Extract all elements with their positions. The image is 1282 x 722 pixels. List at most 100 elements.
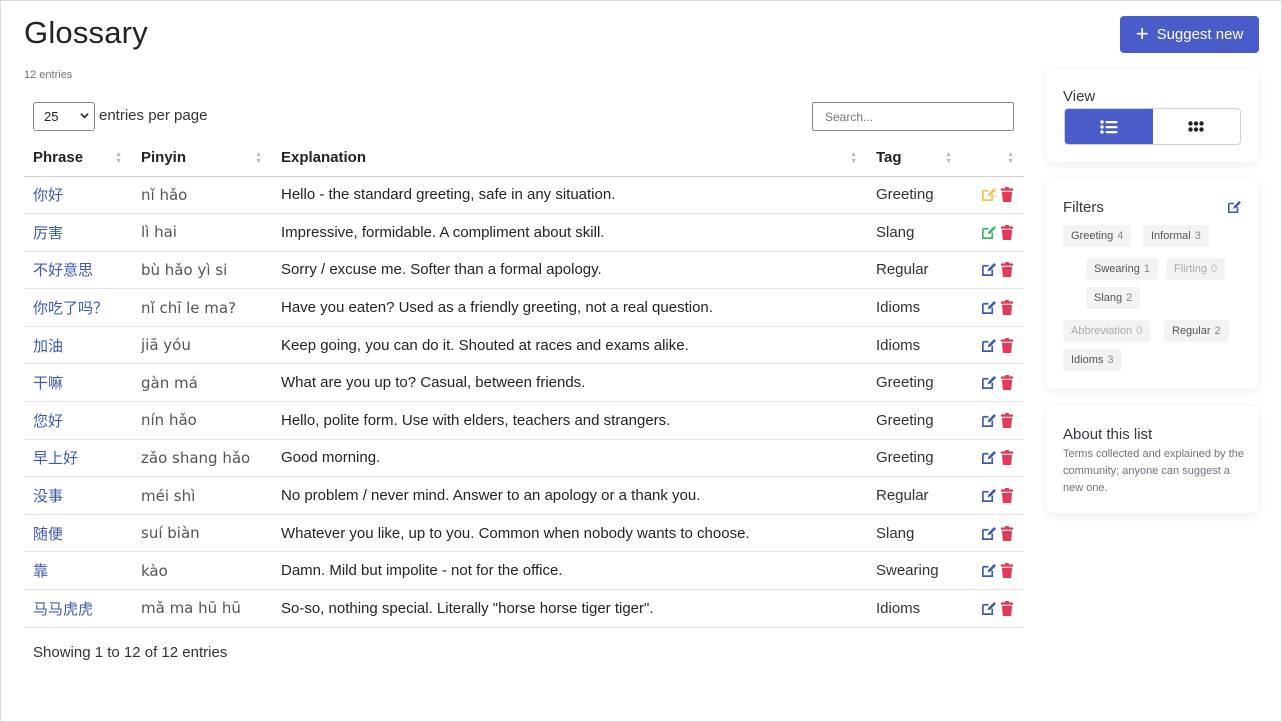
phrase-link[interactable]: 您好 xyxy=(24,401,132,440)
column-header-pinyin[interactable]: Pinyin ▲ ▼ xyxy=(132,139,272,177)
phrase-link[interactable]: 早上好 xyxy=(24,439,132,478)
per-page-select[interactable]: 25 xyxy=(33,102,95,131)
chip-count: 2 xyxy=(1214,325,1221,337)
about-card: About this list Terms collected and expl… xyxy=(1046,406,1259,513)
sort-icon: ▲ ▼ xyxy=(115,151,122,165)
edit-icon[interactable] xyxy=(981,225,996,240)
phrase-link[interactable]: 加油 xyxy=(24,326,132,365)
actions-cell xyxy=(962,401,1024,440)
table-row: 靠 kào Damn. Mild but impolite - not for th… xyxy=(24,551,1024,591)
suggest-new-button[interactable]: + Suggest new xyxy=(1120,16,1259,53)
phrase-link[interactable]: 不好意思 xyxy=(24,251,132,290)
view-toggle xyxy=(1064,108,1241,145)
edit-icon[interactable] xyxy=(981,563,996,578)
table-row: 你好 nǐ hǎo Hello - the standard greeting, s… xyxy=(24,176,1024,215)
delete-icon[interactable] xyxy=(1000,337,1015,353)
tag-cell: Swearing xyxy=(867,551,962,591)
phrase-link[interactable]: 靠 xyxy=(24,551,132,591)
tag-cell: Greeting xyxy=(867,439,962,478)
delete-icon[interactable] xyxy=(1000,300,1015,316)
delete-icon[interactable] xyxy=(1000,563,1015,579)
table-row: 您好 nín hǎo Hello, polite form. Use with el… xyxy=(24,401,1024,440)
delete-icon[interactable] xyxy=(1000,525,1015,541)
filter-chip-flirting[interactable]: Flirting 0 xyxy=(1166,258,1226,280)
about-text: Terms collected and explained by the com… xyxy=(1063,448,1244,494)
chip-label: Informal xyxy=(1151,230,1191,242)
chip-count: 1 xyxy=(1143,263,1150,275)
edit-icon[interactable] xyxy=(1227,200,1241,214)
search-input[interactable] xyxy=(812,102,1014,131)
filter-chip-greeting[interactable]: Greeting 4 xyxy=(1063,225,1132,247)
phrase-link[interactable]: 随便 xyxy=(24,514,132,553)
actions-cell xyxy=(962,251,1024,290)
view-title: View xyxy=(1063,88,1096,105)
delete-icon[interactable] xyxy=(1000,224,1015,240)
grid-view-button[interactable] xyxy=(1153,109,1241,144)
actions-cell xyxy=(962,213,1024,252)
pinyin-cell: bù hǎo yì si xyxy=(132,251,272,290)
column-header-label: Pinyin xyxy=(141,148,187,166)
phrase-link[interactable]: 你吃了吗？ xyxy=(24,288,132,327)
pinyin-cell: méi shì xyxy=(132,476,272,515)
table-row: 厉害 lì hai Impressive, formidable. A compli… xyxy=(24,213,1024,252)
edit-icon[interactable] xyxy=(981,262,996,277)
tag-cell: Regular xyxy=(867,476,962,515)
edit-icon[interactable] xyxy=(981,450,996,465)
filter-chip-informal[interactable]: Informal 3 xyxy=(1143,225,1209,247)
edit-icon[interactable] xyxy=(981,526,996,541)
phrase-link[interactable]: 马马虎虎 xyxy=(24,589,132,628)
pinyin-cell: nǐ chī le ma? xyxy=(132,288,272,327)
phrase-link[interactable]: 你好 xyxy=(24,176,132,215)
view-card: View xyxy=(1046,69,1259,162)
delete-icon[interactable] xyxy=(1000,450,1015,466)
delete-icon[interactable] xyxy=(1000,600,1015,616)
list-view-button[interactable] xyxy=(1065,109,1153,144)
chip-count: 0 xyxy=(1136,325,1143,337)
table-row: 不好意思 bù hǎo yì si Sorry / excuse me. Softe… xyxy=(24,251,1024,290)
filter-chip-abbreviation[interactable]: Abbreviation 0 xyxy=(1063,320,1151,342)
entry-count: 12 entries xyxy=(24,69,73,81)
delete-icon[interactable] xyxy=(1000,375,1015,391)
tag-cell: Slang xyxy=(867,514,962,553)
actions-cell xyxy=(962,514,1024,553)
list-icon xyxy=(1100,119,1118,134)
actions-cell xyxy=(962,176,1024,215)
chip-label: Idioms xyxy=(1071,354,1104,366)
tag-cell: Regular xyxy=(867,251,962,290)
filter-chip-idioms[interactable]: Idioms 3 xyxy=(1063,349,1122,371)
delete-icon[interactable] xyxy=(1000,262,1015,278)
filter-chip-slang[interactable]: Slang 2 xyxy=(1086,287,1141,309)
column-header-tag[interactable]: Tag ▲ ▼ xyxy=(867,139,962,177)
edit-icon[interactable] xyxy=(981,300,996,315)
phrase-link[interactable]: 干嘛 xyxy=(24,363,132,403)
glossary-table: Phrase ▲ ▼ Pinyin ▲ ▼ Explanation ▲ ▼ Tag ▲ ▼ ▲ ▼… xyxy=(24,139,1024,628)
phrase-link[interactable]: 厉害 xyxy=(24,213,132,252)
edit-icon[interactable] xyxy=(981,488,996,503)
column-header-explanation[interactable]: Explanation ▲ ▼ xyxy=(272,139,867,177)
edit-icon[interactable] xyxy=(981,601,996,616)
table-row: 没事 méi shì No problem / never mind. Answer… xyxy=(24,476,1024,515)
explanation-cell: Hello, polite form. Use with elders, tea… xyxy=(272,401,867,440)
sort-icon: ▲ ▼ xyxy=(1007,151,1014,165)
chip-count: 0 xyxy=(1211,263,1218,275)
edit-icon[interactable] xyxy=(981,187,996,202)
edit-icon[interactable] xyxy=(981,338,996,353)
phrase-link[interactable]: 没事 xyxy=(24,476,132,515)
column-header-phrase[interactable]: Phrase ▲ ▼ xyxy=(24,139,132,177)
filter-chip-swearing[interactable]: Swearing 1 xyxy=(1086,258,1158,280)
filter-chip-regular[interactable]: Regular 2 xyxy=(1164,320,1229,342)
delete-icon[interactable] xyxy=(1000,187,1015,203)
tag-cell: Greeting xyxy=(867,176,962,215)
delete-icon[interactable] xyxy=(1000,412,1015,428)
actions-cell xyxy=(962,551,1024,591)
chip-count: 3 xyxy=(1107,354,1114,366)
filters-title: Filters xyxy=(1063,199,1104,216)
sort-icon: ▲ ▼ xyxy=(945,151,952,165)
table-row: 马马虎虎 mǎ ma hū hū So-so, nothing special. L… xyxy=(24,589,1024,628)
pinyin-cell: nín hǎo xyxy=(132,401,272,440)
edit-icon[interactable] xyxy=(981,413,996,428)
column-header-actions[interactable]: ▲ ▼ xyxy=(962,139,1024,177)
delete-icon[interactable] xyxy=(1000,488,1015,504)
edit-icon[interactable] xyxy=(981,375,996,390)
sort-icon: ▲ ▼ xyxy=(850,151,857,165)
